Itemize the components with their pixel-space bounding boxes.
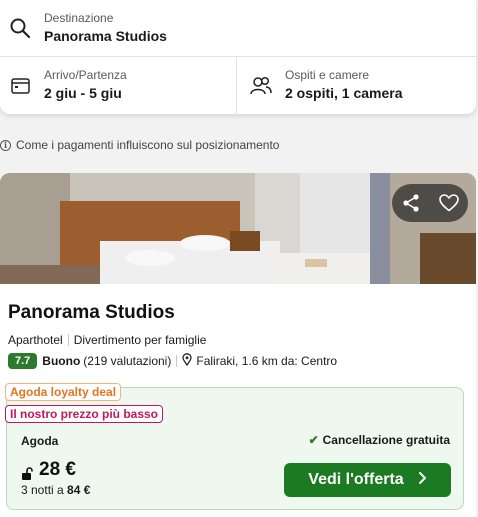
chevron-right-icon [418,471,427,490]
destination-label: Destinazione [44,11,114,25]
payment-ranking-text: Come i pagamenti influiscono sul posizio… [16,138,280,152]
check-icon: ✔ [308,433,319,447]
search-icon [9,17,31,39]
property-type: Aparthotel [8,333,63,347]
guests-field[interactable]: Ospiti e camere 2 ospiti, 1 camera [237,57,476,114]
hotel-name[interactable]: Panorama Studios [8,302,175,324]
score-badge: 7.7 [8,353,38,369]
cancellation-text: Cancellazione gratuita [322,433,450,447]
location-pin-icon [182,353,193,369]
divider [67,334,69,346]
calendar-icon [11,77,30,99]
review-count[interactable]: (219 valutazioni) [83,354,171,368]
view-deal-button[interactable]: Vedi l'offerta [284,463,451,497]
rating-word: Buono [42,354,81,368]
guests-icon [250,76,272,100]
lowest-price-badge: Il nostro prezzo più basso [5,405,164,423]
price-row: 28 € [21,459,76,481]
dates-value: 2 giu - 5 giu [44,85,122,101]
nightly-price: 28 € [39,459,76,480]
unlock-icon [21,464,33,480]
heart-icon [439,194,459,212]
share-button[interactable] [392,184,430,222]
destination-value: Panorama Studios [44,28,167,44]
rating-row: 7.7 Buono (219 valutazioni) Faliraki, 1.… [8,352,337,370]
free-cancellation: ✔ Cancellazione gratuita [309,433,450,447]
dates-field[interactable]: Arrivo/Partenza 2 giu - 5 giu [0,57,237,114]
total-price: 84 € [67,483,91,497]
location-text[interactable]: Faliraki, 1.6 km da: Centro [196,354,337,368]
view-deal-label: Vedi l'offerta [308,471,404,488]
payment-ranking-info[interactable]: i Come i pagamenti influiscono sul posiz… [0,138,279,152]
property-tag: Divertimento per famiglie [73,333,207,347]
favorite-button[interactable] [430,184,468,222]
info-icon: i [0,139,11,151]
destination-field[interactable]: Destinazione Panorama Studios [0,0,476,57]
dates-label: Arrivo/Partenza [44,68,127,82]
guests-value: 2 ospiti, 1 camera [285,85,403,101]
nights-text: 3 notti a [21,483,64,497]
guests-label: Ospiti e camere [285,68,370,82]
photo-actions [392,184,468,222]
hotel-photo[interactable] [0,173,476,284]
search-panel: Destinazione Panorama Studios Arrivo/Par… [0,0,476,114]
total-price-line: 3 notti a 84 € [21,483,90,497]
provider-name: Agoda [21,434,59,448]
divider [176,355,178,367]
hotel-meta: Aparthotel Divertimento per famiglie [8,333,206,347]
share-icon [401,193,421,213]
loyalty-deal-badge: Agoda loyalty deal [5,383,122,401]
